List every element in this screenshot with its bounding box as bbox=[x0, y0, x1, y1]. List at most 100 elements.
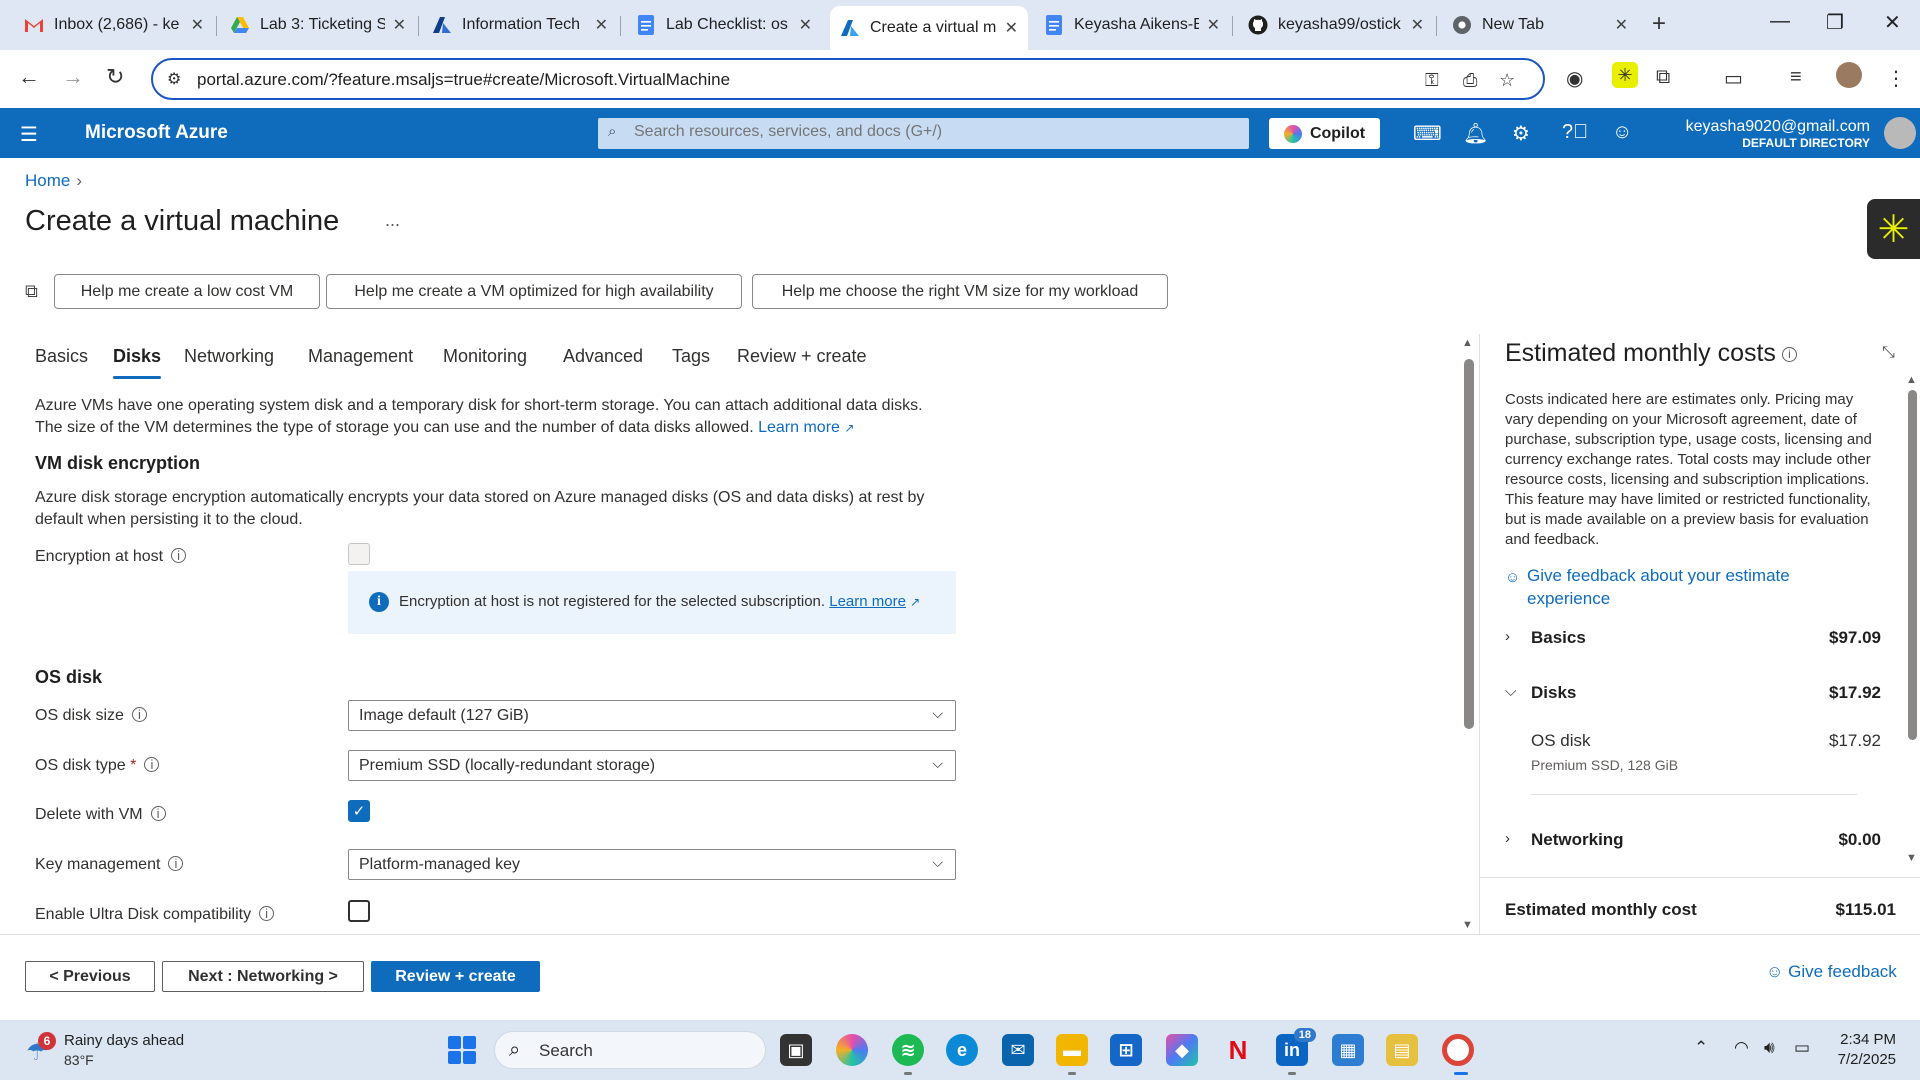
volume-icon[interactable]: 🔊︎ bbox=[1764, 1038, 1775, 1058]
close-icon[interactable]: ✕ bbox=[1615, 15, 1628, 35]
mail-icon[interactable]: ✉ bbox=[1002, 1034, 1034, 1066]
breadcrumb-home[interactable]: Home bbox=[25, 171, 70, 190]
new-tab-plus-icon[interactable]: + bbox=[1652, 10, 1666, 38]
show-hidden-icons-icon[interactable]: ⌃ bbox=[1694, 1038, 1708, 1058]
review-create-button[interactable]: Review + create bbox=[371, 961, 540, 992]
azure-search-input[interactable] bbox=[634, 123, 1234, 141]
close-icon[interactable]: ✕ bbox=[191, 15, 204, 35]
browser-tab-new-tab[interactable]: New Tab ✕ bbox=[1442, 8, 1638, 42]
ai-extension-icon[interactable]: ✳ bbox=[1612, 62, 1638, 88]
account-menu[interactable]: keyasha9020@gmail.com DEFAULT DIRECTORY bbox=[1686, 118, 1870, 150]
scroll-down-icon[interactable]: ▼ bbox=[1462, 919, 1473, 931]
copilot-app-icon[interactable] bbox=[836, 1034, 868, 1066]
battery-icon[interactable]: ▭ bbox=[1794, 1038, 1810, 1058]
edge-browser-icon[interactable]: e bbox=[946, 1034, 978, 1066]
help-vm-size-button[interactable]: Help me choose the right VM size for my … bbox=[752, 274, 1168, 309]
minimize-icon[interactable]: — bbox=[1770, 10, 1790, 33]
info-icon[interactable]: i bbox=[168, 856, 184, 871]
extensions-puzzle-icon[interactable]: ⧉ bbox=[1656, 66, 1670, 89]
help-question-icon[interactable]: ?⃝ bbox=[1562, 121, 1588, 144]
system-clock[interactable]: 2:34 PM 7/2/2025 bbox=[1838, 1030, 1896, 1070]
info-icon[interactable]: i bbox=[171, 548, 187, 563]
browser-tab-keyasha-doc[interactable]: Keyasha Aikens-E ✕ bbox=[1034, 8, 1230, 42]
close-icon[interactable]: ✕ bbox=[1207, 15, 1220, 35]
os-disk-size-dropdown[interactable]: Image default (127 GiB) ⌵ bbox=[348, 700, 956, 731]
password-key-icon[interactable]: ⚿ bbox=[1425, 70, 1439, 91]
give-feedback-link[interactable]: ☺ Give feedback bbox=[1766, 962, 1897, 982]
file-explorer-icon[interactable]: ▬ bbox=[1056, 1034, 1088, 1066]
close-icon[interactable]: ✕ bbox=[393, 15, 406, 35]
chrome-app-icon[interactable] bbox=[1442, 1034, 1474, 1066]
previous-button[interactable]: < Previous bbox=[25, 961, 155, 992]
spotify-icon[interactable]: ≋ bbox=[892, 1034, 924, 1066]
os-disk-type-dropdown[interactable]: Premium SSD (locally-redundant storage) … bbox=[348, 750, 956, 781]
tab-management[interactable]: Management bbox=[308, 346, 413, 367]
close-icon[interactable]: ✕ bbox=[1411, 15, 1424, 35]
tab-search-icon[interactable]: ▭ bbox=[1724, 66, 1743, 91]
user-avatar[interactable] bbox=[1884, 117, 1916, 149]
next-networking-button[interactable]: Next : Networking > bbox=[162, 961, 364, 992]
close-icon[interactable]: ✕ bbox=[799, 15, 812, 35]
azure-brand[interactable]: Microsoft Azure bbox=[85, 122, 228, 144]
browser-tab-github[interactable]: keyasha99/ostick ✕ bbox=[1238, 8, 1434, 42]
tab-tags[interactable]: Tags bbox=[672, 346, 710, 367]
browser-tab-lab-checklist[interactable]: Lab Checklist: os ✕ bbox=[626, 8, 822, 42]
info-icon[interactable]: i bbox=[150, 806, 166, 821]
cost-panel-scrollbar[interactable]: ▲ ▼ bbox=[1906, 374, 1918, 866]
help-low-cost-vm-button[interactable]: Help me create a low cost VM bbox=[54, 274, 320, 309]
microsoft-365-icon[interactable]: ◆ bbox=[1166, 1034, 1198, 1066]
tab-monitoring[interactable]: Monitoring bbox=[443, 346, 527, 367]
info-icon[interactable]: i bbox=[131, 707, 147, 722]
ai-assistant-widget-icon[interactable]: ✳ bbox=[1867, 199, 1920, 259]
calculator-app-icon[interactable]: ▦ bbox=[1332, 1034, 1364, 1066]
notifications-bell-icon[interactable]: 🔔︎ bbox=[1463, 121, 1488, 146]
info-icon[interactable]: i bbox=[144, 757, 160, 772]
media-controls-icon[interactable]: ≡ bbox=[1790, 66, 1802, 89]
window-close-icon[interactable]: ✕ bbox=[1884, 10, 1901, 35]
info-icon[interactable]: i bbox=[1781, 346, 1797, 362]
chrome-menu-icon[interactable]: ⋮ bbox=[1886, 66, 1906, 91]
scrollbar-thumb[interactable] bbox=[1908, 390, 1917, 740]
netflix-icon[interactable]: N bbox=[1222, 1034, 1254, 1066]
ultra-disk-checkbox[interactable] bbox=[348, 900, 370, 922]
tab-advanced[interactable]: Advanced bbox=[563, 346, 643, 367]
tab-basics[interactable]: Basics bbox=[35, 346, 88, 367]
settings-gear-icon[interactable]: ⚙ bbox=[1512, 121, 1530, 146]
key-management-dropdown[interactable]: Platform-managed key ⌵ bbox=[348, 849, 956, 880]
encryption-at-host-checkbox[interactable] bbox=[348, 543, 370, 565]
address-bar[interactable]: ⚙ portal.azure.com/?feature.msaljs=true#… bbox=[151, 58, 1545, 100]
close-icon[interactable]: ✕ bbox=[595, 15, 608, 35]
linkedin-icon[interactable]: in 18 bbox=[1276, 1028, 1316, 1066]
scrollbar-thumb[interactable] bbox=[1464, 359, 1474, 729]
forward-arrow-icon[interactable]: → bbox=[62, 64, 84, 90]
microsoft-store-icon[interactable]: ⊞ bbox=[1110, 1034, 1142, 1066]
browser-tab-create-vm[interactable]: Create a virtual m ✕ bbox=[830, 6, 1028, 50]
tab-networking[interactable]: Networking bbox=[184, 346, 274, 367]
restore-icon[interactable]: ❐ bbox=[1826, 10, 1844, 35]
scroll-down-icon[interactable]: ▼ bbox=[1906, 852, 1917, 864]
reload-icon[interactable]: ↻ bbox=[106, 64, 124, 90]
folder-icon[interactable]: ▤ bbox=[1386, 1034, 1418, 1066]
task-view-icon[interactable]: ▣ bbox=[780, 1034, 812, 1066]
windows-start-icon[interactable] bbox=[448, 1036, 476, 1064]
portal-menu-icon[interactable]: ☰ bbox=[20, 122, 38, 147]
taskbar-search[interactable]: ⌕ Search bbox=[494, 1031, 766, 1069]
back-arrow-icon[interactable]: ← bbox=[18, 64, 40, 90]
info-icon[interactable]: i bbox=[259, 906, 275, 921]
main-scrollbar[interactable]: ▲ ▼ bbox=[1462, 337, 1474, 933]
profile-avatar-icon[interactable] bbox=[1836, 62, 1862, 88]
learn-more-link[interactable]: Learn more bbox=[758, 419, 840, 436]
wifi-icon[interactable]: ◠ bbox=[1734, 1038, 1749, 1058]
grammarly-extension-icon[interactable]: ◉ bbox=[1566, 66, 1583, 91]
cloud-shell-icon[interactable]: ⌨ bbox=[1413, 121, 1442, 146]
close-icon[interactable]: ✕ bbox=[1005, 18, 1018, 38]
copilot-button[interactable]: Copilot bbox=[1269, 118, 1380, 149]
scroll-up-icon[interactable]: ▲ bbox=[1462, 337, 1473, 349]
tab-disks[interactable]: Disks bbox=[113, 346, 162, 379]
browser-tab-info-tech[interactable]: Information Tech ✕ bbox=[422, 8, 618, 42]
site-settings-icon[interactable]: ⚙ bbox=[167, 69, 181, 89]
help-high-availability-button[interactable]: Help me create a VM optimized for high a… bbox=[326, 274, 742, 309]
delete-with-vm-checkbox[interactable]: ✓ bbox=[348, 800, 370, 822]
encryption-learn-more-link[interactable]: Learn more bbox=[829, 593, 906, 610]
azure-search-box[interactable]: ⌕ bbox=[598, 118, 1249, 149]
